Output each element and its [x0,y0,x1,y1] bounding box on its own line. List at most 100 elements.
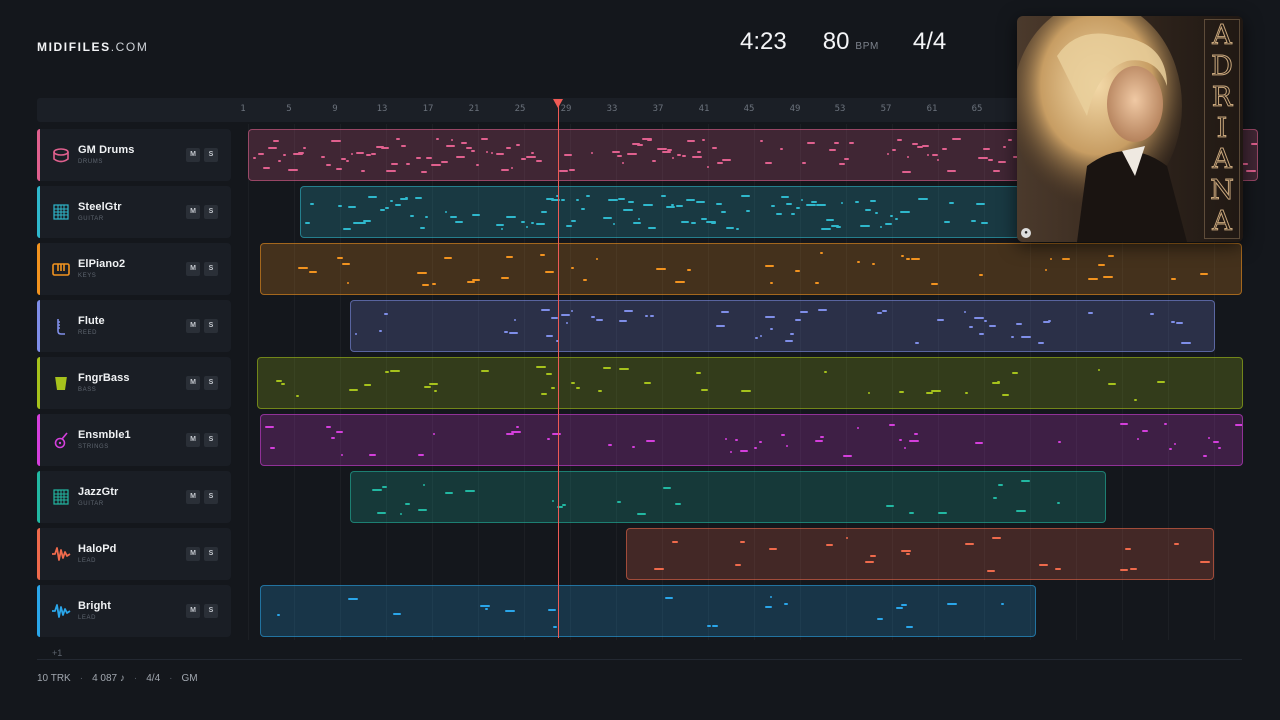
track-header[interactable]: HaloPd LEAD M S [37,528,231,580]
midi-note [969,326,973,328]
midi-note [677,154,681,156]
midi-note [666,206,675,208]
midi-note [506,433,514,435]
mute-button[interactable]: M [186,433,200,447]
midi-clip[interactable] [257,357,1243,409]
track-header[interactable]: FngrBass BASS M S [37,357,231,409]
note-count: 4 087 ♪ [92,673,125,684]
track-color-stripe [37,471,40,523]
midi-note [826,219,834,221]
track-header[interactable]: Bright LEAD M S [37,585,231,637]
mute-button[interactable]: M [186,604,200,618]
midi-note [1050,258,1052,260]
midi-note [395,204,401,206]
midi-note [355,333,357,335]
solo-button[interactable]: S [204,376,218,390]
track-header[interactable]: Ensmble1 STRINGS M S [37,414,231,466]
midi-clip[interactable] [626,528,1214,580]
midi-note [696,201,705,203]
midi-note [722,159,731,161]
midi-note [423,484,425,486]
track-header[interactable]: ElPiano2 KEYS M S [37,243,231,295]
ruler-tick: 17 [422,104,434,114]
mute-button[interactable]: M [186,148,200,162]
midi-note [721,311,729,313]
track-header[interactable]: JazzGtr GUITAR M S [37,471,231,523]
midi-note [889,424,895,426]
track-category: LEAD [78,615,97,621]
midi-clip[interactable] [350,300,1215,352]
midi-note [278,160,281,162]
midi-note [736,228,739,230]
track-header[interactable]: SteelGtr GUITAR M S [37,186,231,238]
mute-button[interactable]: M [186,319,200,333]
midi-clip[interactable] [300,186,1020,238]
midi-note [811,201,817,203]
midi-note [725,438,727,440]
midi-note [476,164,479,166]
midi-note [265,426,274,428]
midi-note [1181,342,1191,344]
track-header[interactable]: GM Drums DRUMS M S [37,129,231,181]
mute-button[interactable]: M [186,376,200,390]
solo-button[interactable]: S [204,490,218,504]
midi-note [1011,336,1014,338]
midi-clip[interactable] [350,471,1106,523]
track-category: STRINGS [78,444,109,450]
midi-note [701,218,707,220]
ruler-tick: 25 [514,104,526,114]
mute-button[interactable]: M [186,490,200,504]
solo-button[interactable]: S [204,604,218,618]
midi-note [975,442,983,444]
midi-clip[interactable] [260,414,1243,466]
album-title-letter: A [1212,206,1233,238]
midi-note [1134,399,1137,401]
midi-note [882,310,887,312]
solo-button[interactable]: S [204,205,218,219]
midi-note [526,226,528,228]
midi-note [514,319,516,321]
midi-note [516,144,520,146]
midi-note [548,609,556,611]
midi-note [906,258,910,260]
midi-note [1213,441,1219,443]
midi-note [349,389,358,391]
solo-button[interactable]: S [204,547,218,561]
album-title-letter: D [1211,51,1234,83]
playhead-handle[interactable] [553,99,563,108]
midi-note [268,147,277,149]
solo-button[interactable]: S [204,319,218,333]
midi-note [596,258,598,260]
midi-clip[interactable] [260,243,1242,295]
midi-note [253,157,256,159]
midi-note [638,218,640,220]
solo-button[interactable]: S [204,148,218,162]
midi-note [765,265,774,267]
midi-clip[interactable] [260,585,1036,637]
midi-note [786,203,792,205]
mute-button[interactable]: M [186,547,200,561]
midi-note [824,371,827,373]
reed-icon [51,316,71,336]
more-tracks-indicator[interactable]: +1 [52,648,62,658]
midi-note [566,322,568,324]
midi-note [993,170,1000,172]
midi-note [857,261,860,263]
midi-note [506,216,516,218]
midi-note [870,200,876,202]
midi-note [546,335,553,337]
mute-button[interactable]: M [186,262,200,276]
solo-button[interactable]: S [204,262,218,276]
midi-note [1103,276,1113,278]
midi-note [434,390,437,392]
playhead[interactable] [558,104,559,638]
solo-button[interactable]: S [204,433,218,447]
midi-note [687,140,695,142]
midi-note [410,215,414,217]
mute-button[interactable]: M [186,205,200,219]
midi-note [446,145,455,147]
track-header[interactable]: Flute REED M S [37,300,231,352]
midi-note [702,139,705,141]
drum-icon [51,145,71,165]
footer-time-signature: 4/4 [146,673,161,684]
